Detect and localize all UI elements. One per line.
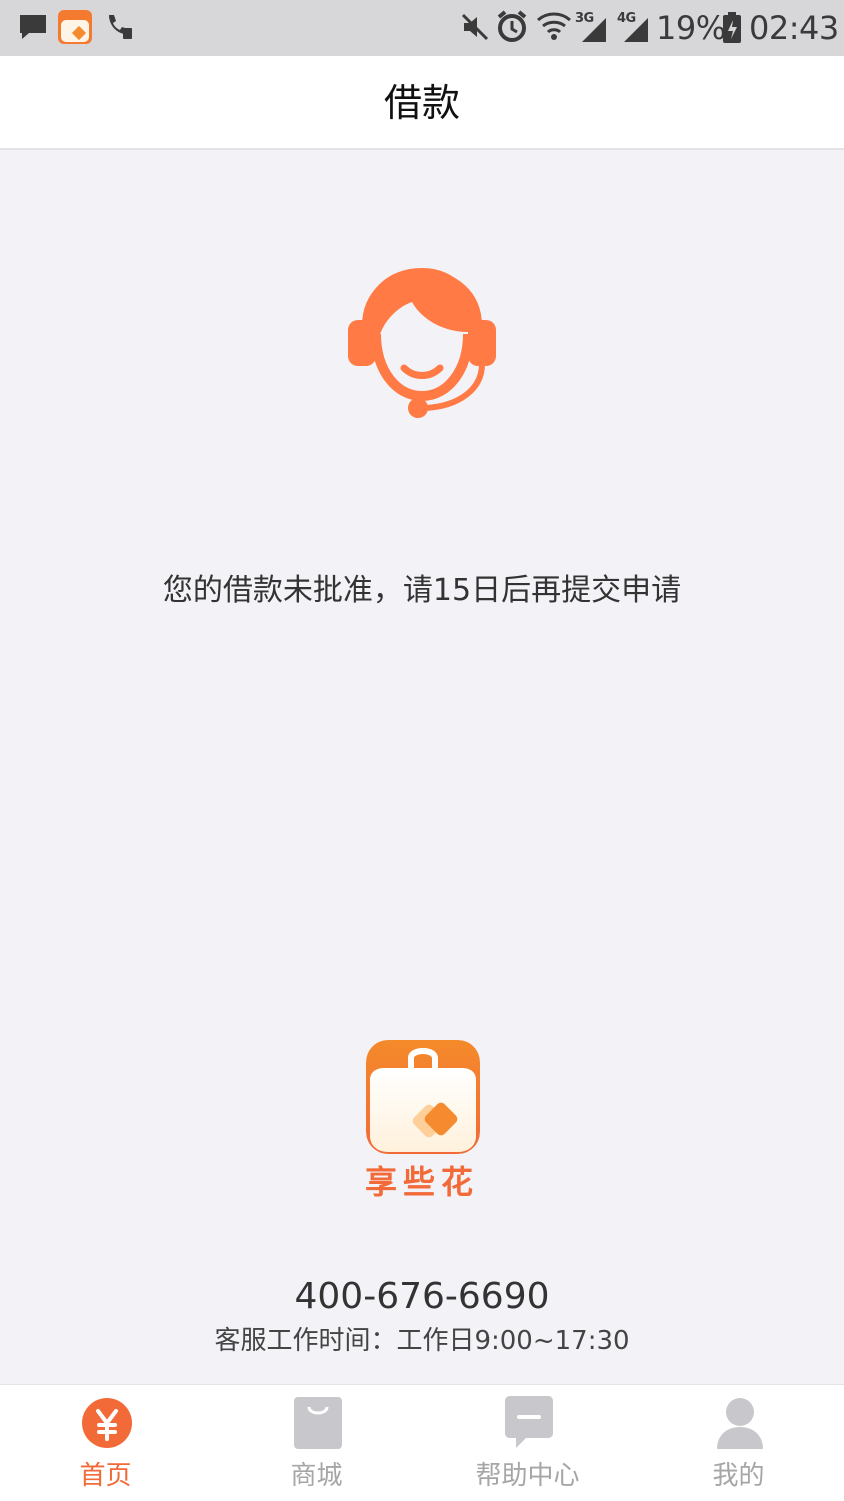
status-bar: 3G 4G 19% 02:43	[0, 0, 844, 56]
nav-mall-label: 商城	[290, 1461, 343, 1491]
brand-name: 享些花	[364, 1163, 479, 1201]
clock: 02:43	[749, 9, 839, 47]
signal-3g-icon	[576, 14, 608, 48]
battery-icon	[722, 12, 742, 48]
wifi-icon	[536, 10, 572, 46]
service-phone[interactable]: 400-676-6690	[0, 1274, 844, 1320]
shopping-bag-icon	[291, 1395, 345, 1451]
customer-service-headset-icon	[346, 264, 498, 420]
wifi-call-icon	[104, 12, 134, 46]
chat-bubble-icon	[502, 1395, 556, 1451]
nav-mine[interactable]: 我的	[633, 1385, 844, 1501]
status-bar-right: 3G 4G 19% 02:43	[424, 0, 844, 56]
yen-coin-icon	[80, 1395, 134, 1451]
page-title: 借款	[383, 81, 460, 125]
nav-mine-label: 我的	[712, 1461, 765, 1491]
shopping-bag-logo	[366, 1040, 480, 1154]
battery-percent: 19%	[656, 9, 726, 47]
signal-4g-icon	[618, 14, 650, 48]
app-notification-icon	[58, 10, 92, 48]
service-hours: 客服工作时间：工作日9:00~17:30	[214, 1326, 630, 1356]
message-icon	[18, 12, 48, 46]
loan-status-message: 您的借款未批准，请15日后再提交申请	[162, 573, 682, 608]
user-icon	[713, 1395, 767, 1451]
nav-mall[interactable]: 商城	[211, 1385, 422, 1501]
nav-home[interactable]: 首页	[0, 1385, 211, 1501]
nav-help-center[interactable]: 帮助中心	[422, 1385, 633, 1501]
nav-help-center-label: 帮助中心	[475, 1461, 580, 1491]
alarm-icon	[496, 10, 528, 48]
bottom-nav: 首页 商城 帮助中心 我的	[0, 1384, 844, 1501]
mute-icon	[460, 12, 490, 46]
nav-home-label: 首页	[79, 1461, 132, 1491]
title-bar: 借款	[0, 56, 844, 150]
